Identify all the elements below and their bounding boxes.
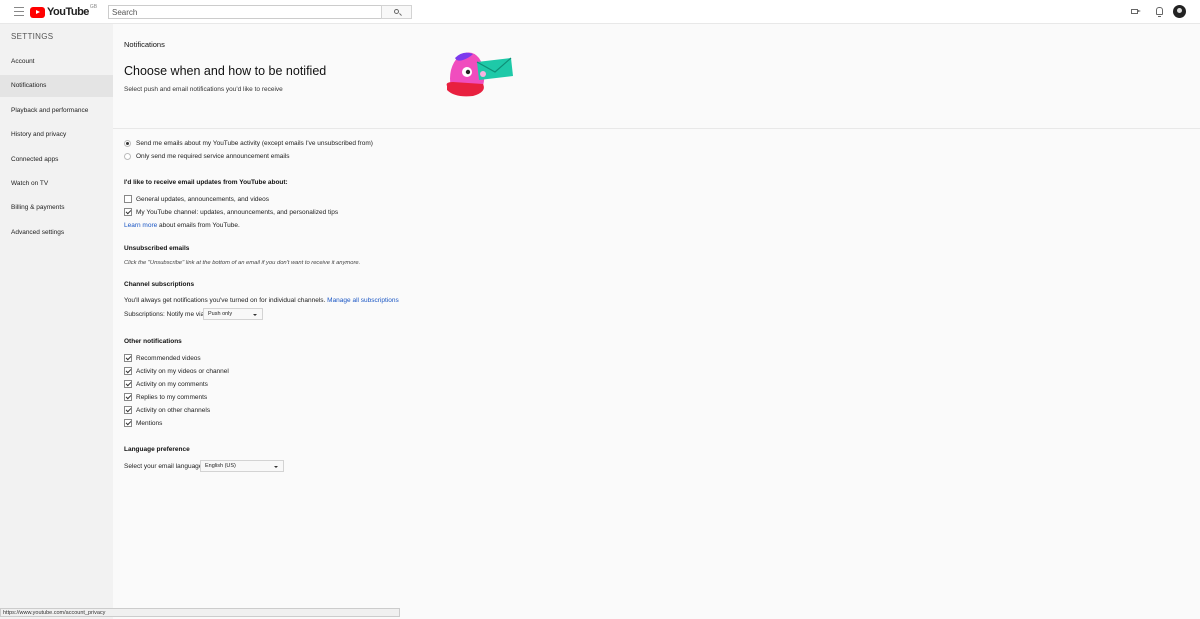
headline: Choose when and how to be notified <box>124 64 327 78</box>
hamburger-menu-icon[interactable] <box>14 7 24 16</box>
subline: Select push and email notifications you'… <box>124 86 283 93</box>
unsubscribed-note: Click the "Unsubscribe" link at the bott… <box>124 260 361 266</box>
notify-via-select[interactable]: Push only <box>203 308 263 320</box>
checkbox-activity-my-videos[interactable] <box>124 367 132 375</box>
language-heading: Language preference <box>124 446 190 453</box>
sidebar-item-account[interactable]: Account <box>0 51 113 73</box>
learn-more-link[interactable]: Learn more <box>124 222 157 229</box>
sidebar-item-watch-on-tv[interactable]: Watch on TV <box>0 173 113 195</box>
checkbox-channel-updates[interactable] <box>124 208 132 216</box>
checkbox-label: My YouTube channel: updates, announcemen… <box>136 209 339 216</box>
search-input[interactable] <box>108 5 382 19</box>
checkbox-activity-other-channels[interactable] <box>124 406 132 414</box>
channel-subscriptions-text: You'll always get notifications you've t… <box>124 297 399 304</box>
email-language-value: English (US) <box>205 463 236 469</box>
email-language-select[interactable]: English (US) <box>200 460 284 472</box>
avatar[interactable] <box>1173 5 1186 18</box>
search-icon <box>394 9 399 14</box>
logo-region: GB <box>89 4 98 10</box>
checkbox-general-updates[interactable] <box>124 195 132 203</box>
search-button[interactable] <box>381 5 412 19</box>
sidebar-item-notifications[interactable]: Notifications <box>0 75 113 97</box>
top-bar: YouTube GB <box>0 0 1200 24</box>
unsubscribed-heading: Unsubscribed emails <box>124 245 190 252</box>
notify-via-label: Subscriptions: Notify me via <box>124 311 205 318</box>
sidebar-item-advanced[interactable]: Advanced settings <box>0 222 113 244</box>
notify-via-value: Push only <box>208 311 233 317</box>
upload-video-icon[interactable] <box>1131 9 1141 14</box>
chevron-down-icon <box>274 466 278 468</box>
page-title: Notifications <box>124 40 165 49</box>
checkbox-label: Mentions <box>136 420 163 427</box>
checkbox-replies-my-comments[interactable] <box>124 393 132 401</box>
learn-more-text: about emails from YouTube. <box>157 222 240 229</box>
browser-status-url: https://www.youtube.com/account_privacy <box>0 608 400 617</box>
checkbox-mentions[interactable] <box>124 419 132 427</box>
logo-text: YouTube <box>47 6 89 18</box>
notifications-illustration-icon <box>446 52 513 97</box>
checkbox-label: Replies to my comments <box>136 394 208 401</box>
radio-send-activity-emails[interactable] <box>124 140 131 147</box>
channel-subscriptions-heading: Channel subscriptions <box>124 281 195 288</box>
notifications-bell-icon[interactable] <box>1156 7 1163 17</box>
email-updates-heading: I'd like to receive email updates from Y… <box>124 179 288 186</box>
channel-subscriptions-desc: You'll always get notifications you've t… <box>124 297 326 304</box>
sidebar-item-history-privacy[interactable]: History and privacy <box>0 124 113 146</box>
checkbox-recommended-videos[interactable] <box>124 354 132 362</box>
manage-subscriptions-link[interactable]: Manage all subscriptions <box>327 297 399 304</box>
settings-sidebar: SETTINGS Account Notifications Playback … <box>0 24 113 619</box>
checkbox-label: Activity on my comments <box>136 381 208 388</box>
learn-more-line: Learn more about emails from YouTube. <box>124 222 240 229</box>
checkbox-activity-my-comments[interactable] <box>124 380 132 388</box>
main-content: Notifications Choose when and how to be … <box>113 24 1200 619</box>
language-label: Select your email language <box>124 463 203 470</box>
notifications-header: Notifications Choose when and how to be … <box>113 24 1200 129</box>
youtube-play-icon <box>30 6 45 18</box>
sidebar-item-billing[interactable]: Billing & payments <box>0 197 113 219</box>
other-notifications-heading: Other notifications <box>124 338 182 345</box>
sidebar-item-playback[interactable]: Playback and performance <box>0 100 113 122</box>
chevron-down-icon <box>253 314 257 316</box>
sidebar-item-connected-apps[interactable]: Connected apps <box>0 149 113 171</box>
youtube-logo[interactable]: YouTube GB <box>30 4 98 18</box>
checkbox-label: Recommended videos <box>136 355 201 362</box>
radio-required-only[interactable] <box>124 153 131 160</box>
checkbox-label: General updates, announcements, and vide… <box>136 196 269 203</box>
sidebar-title: SETTINGS <box>11 32 54 41</box>
checkbox-label: Activity on other channels <box>136 407 211 414</box>
checkbox-label: Activity on my videos or channel <box>136 368 229 375</box>
radio-label: Send me emails about my YouTube activity… <box>136 140 373 147</box>
radio-label: Only send me required service announceme… <box>136 153 290 160</box>
